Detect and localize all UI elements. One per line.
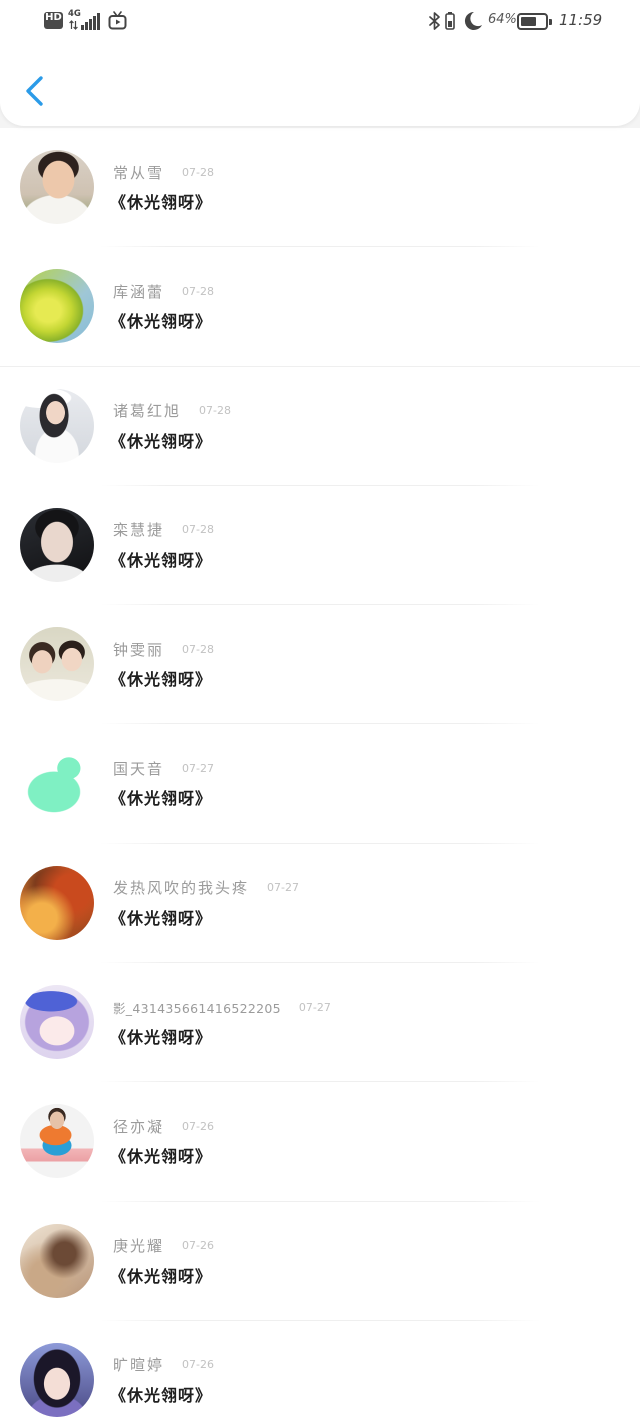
avatar[interactable] (20, 507, 94, 582)
book-title: 《休光翎呀》 (110, 1028, 213, 1048)
date: 07-26 (182, 1119, 214, 1133)
date: 07-28 (182, 284, 214, 298)
name-line: 庚光耀 07-26 (113, 1236, 214, 1256)
book-title: 《休光翎呀》 (110, 908, 213, 928)
list-item[interactable]: 栾慧捷 07-28 《休光翎呀》 (0, 486, 640, 606)
name-line: 常从雪 07-28 (113, 162, 214, 182)
date: 07-26 (182, 1358, 214, 1372)
chevron-left-icon (26, 76, 43, 106)
avatar[interactable] (20, 1223, 94, 1298)
user-name: 影_431435661416522205 (113, 1000, 281, 1016)
network-type: 4G (68, 9, 81, 19)
app-root: HD 4G 64% 11:59 常从雪 07-28 《休光翎呀》 库涵蕾 07-… (0, 0, 640, 1422)
battery-level-fill (521, 17, 536, 26)
name-line: 影_431435661416522205 07-27 (113, 997, 331, 1017)
avatar[interactable] (20, 150, 94, 224)
battery-percent: 64% (488, 12, 517, 27)
avatar[interactable] (20, 865, 94, 940)
hd-badge: HD (44, 12, 63, 29)
back-button[interactable] (20, 69, 50, 113)
avatar[interactable] (20, 388, 94, 463)
name-line: 径亦凝 07-26 (113, 1116, 214, 1136)
date: 07-28 (182, 523, 214, 537)
date: 07-28 (182, 642, 214, 656)
clock: 11:59 (559, 11, 603, 29)
name-line: 国天音 07-27 (113, 758, 214, 778)
data-arrows-icon (69, 20, 78, 30)
avatar[interactable] (20, 1342, 94, 1417)
date: 07-28 (199, 404, 231, 418)
user-name: 诸葛红旭 (113, 402, 182, 421)
user-name: 栾慧捷 (113, 521, 165, 540)
book-title: 《休光翎呀》 (110, 312, 213, 332)
battery-icon (517, 13, 552, 30)
avatar[interactable] (20, 269, 94, 344)
list-item[interactable]: 发热风吹的我头疼 07-27 《休光翎呀》 (0, 844, 640, 964)
name-line: 库涵蕾 07-28 (113, 281, 214, 301)
list-item[interactable]: 常从雪 07-28 《休光翎呀》 (0, 128, 640, 248)
list-item[interactable]: 钟雯丽 07-28 《休光翎呀》 (0, 605, 640, 725)
name-line: 发热风吹的我头疼 07-27 (113, 878, 299, 898)
user-name: 库涵蕾 (113, 282, 165, 301)
book-title: 《休光翎呀》 (110, 789, 213, 809)
book-title: 《休光翎呀》 (110, 1147, 213, 1167)
user-name: 常从雪 (113, 163, 165, 182)
avatar[interactable] (20, 1104, 94, 1179)
list-item[interactable]: 影_431435661416522205 07-27 《休光翎呀》 (0, 963, 640, 1083)
status-bar: HD 4G 64% 11:59 (0, 0, 640, 44)
user-name: 庚光耀 (113, 1237, 165, 1256)
user-name: 径亦凝 (113, 1117, 165, 1136)
header: HD 4G 64% 11:59 (0, 0, 640, 126)
list-item[interactable]: 国天音 07-27 《休光翎呀》 (0, 724, 640, 844)
book-title: 《休光翎呀》 (110, 670, 213, 690)
avatar[interactable] (20, 746, 94, 821)
book-title: 《休光翎呀》 (110, 193, 213, 212)
list-item[interactable]: 径亦凝 07-26 《休光翎呀》 (0, 1082, 640, 1202)
date: 07-27 (267, 881, 299, 895)
book-title: 《休光翎呀》 (110, 1266, 213, 1286)
list-item[interactable]: 诸葛红旭 07-28 《休光翎呀》 (0, 367, 640, 486)
name-line: 诸葛红旭 07-28 (113, 401, 231, 421)
moon-icon (464, 11, 482, 30)
book-title: 《休光翎呀》 (110, 1385, 213, 1405)
user-name: 钟雯丽 (113, 640, 165, 659)
avatar[interactable] (20, 627, 94, 702)
date: 07-26 (182, 1239, 214, 1253)
name-line: 栾慧捷 07-28 (113, 520, 214, 540)
signal-bars-icon (81, 13, 100, 30)
book-title: 《休光翎呀》 (110, 550, 213, 570)
date: 07-28 (182, 165, 214, 179)
name-line: 旷暄婷 07-26 (113, 1355, 214, 1375)
vibrate-icon (445, 12, 455, 30)
list-item[interactable]: 庚光耀 07-26 《休光翎呀》 (0, 1202, 640, 1321)
bluetooth-icon (429, 12, 440, 30)
book-title: 《休光翎呀》 (110, 431, 213, 451)
user-name: 发热风吹的我头疼 (113, 879, 250, 898)
date: 07-27 (182, 761, 214, 775)
date: 07-27 (298, 1000, 331, 1014)
user-name: 旷暄婷 (113, 1356, 165, 1375)
list-item[interactable]: 旷暄婷 07-26 《休光翎呀》 (0, 1321, 640, 1422)
notification-list: 常从雪 07-28 《休光翎呀》 库涵蕾 07-28 《休光翎呀》 诸葛红旭 07-28 《休光… (0, 128, 640, 1422)
user-name: 国天音 (113, 759, 165, 778)
list-item[interactable]: 库涵蕾 07-28 《休光翎呀》 (0, 247, 640, 367)
avatar[interactable] (20, 985, 94, 1060)
name-line: 钟雯丽 07-28 (113, 639, 214, 659)
tv-icon (108, 11, 127, 30)
